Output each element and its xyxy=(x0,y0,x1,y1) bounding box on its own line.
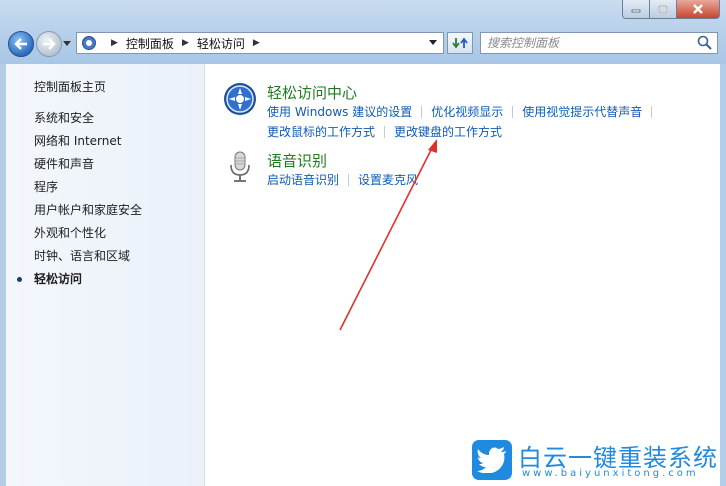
refresh-icon xyxy=(452,37,468,49)
link-mouse-settings[interactable]: 更改鼠标的工作方式 xyxy=(267,125,375,139)
address-dropdown-button[interactable] xyxy=(425,33,441,53)
category-links-row-1: 使用 Windows 建议的设置 优化视频显示 使用视觉提示代替声音 xyxy=(267,103,661,120)
category-speech-recognition: 语音识别 启动语音识别 设置麦克风 xyxy=(223,150,713,190)
control-panel-icon xyxy=(82,36,96,50)
sidebar-item-ease-of-access[interactable]: 轻松访问 xyxy=(16,272,142,295)
caption-buttons xyxy=(622,0,720,20)
window-border-right xyxy=(720,64,726,486)
sidebar-home-link[interactable]: 控制面板主页 xyxy=(34,78,106,95)
sidebar-item-appearance[interactable]: 外观和个性化 xyxy=(34,226,142,249)
refresh-button[interactable] xyxy=(447,32,473,54)
link-divider xyxy=(384,126,386,138)
breadcrumb-separator-icon: ▶ xyxy=(111,38,118,48)
sidebar-item-programs[interactable]: 程序 xyxy=(34,180,142,203)
ease-of-access-icon[interactable] xyxy=(223,82,257,116)
bird-logo-icon xyxy=(472,440,512,480)
back-button[interactable] xyxy=(8,31,34,57)
sidebar-item-clock-language[interactable]: 时钟、语言和区域 xyxy=(34,249,142,272)
minimize-button[interactable] xyxy=(622,0,650,19)
breadcrumb-separator-icon: ▶ xyxy=(252,38,260,48)
link-visual-alternatives[interactable]: 使用视觉提示代替声音 xyxy=(522,105,642,119)
close-icon xyxy=(693,4,703,14)
address-bar[interactable]: ▶ 控制面板 ▶ 轻松访问 ▶ xyxy=(76,32,444,54)
category-title[interactable]: 语音识别 xyxy=(267,150,327,171)
close-button[interactable] xyxy=(677,0,720,19)
watermark-url: www.baiyunxitong.com xyxy=(522,468,699,479)
sidebar-nav-list: 系统和安全 网络和 Internet 硬件和声音 程序 用户帐户和家庭安全 外观… xyxy=(16,111,142,295)
control-panel-window: ▶ 控制面板 ▶ 轻松访问 ▶ 控制面板主页 系统和安全 网络和 Interne… xyxy=(0,0,726,486)
microphone-icon[interactable] xyxy=(223,150,257,184)
search-box[interactable] xyxy=(480,32,718,54)
forward-button[interactable] xyxy=(36,31,62,57)
category-title[interactable]: 轻松访问中心 xyxy=(267,82,357,103)
watermark: 白云一键重装系统 www.baiyunxitong.com xyxy=(472,436,722,484)
link-divider xyxy=(512,106,514,118)
search-icon[interactable] xyxy=(696,34,714,52)
recent-pages-dropdown-icon[interactable] xyxy=(63,39,71,47)
sidebar: 控制面板主页 系统和安全 网络和 Internet 硬件和声音 程序 用户帐户和… xyxy=(6,64,205,486)
breadcrumb-ease-of-access[interactable]: 轻松访问 xyxy=(197,35,245,52)
breadcrumb-control-panel[interactable]: 控制面板 xyxy=(126,35,174,52)
category-ease-of-access-center: 轻松访问中心 使用 Windows 建议的设置 优化视频显示 使用视觉提示代替声音 … xyxy=(223,82,713,142)
minimize-icon xyxy=(631,9,641,13)
link-setup-microphone[interactable]: 设置麦克风 xyxy=(358,173,418,187)
maximize-button[interactable] xyxy=(650,0,677,19)
breadcrumb-separator-icon: ▶ xyxy=(181,38,189,48)
chevron-down-icon xyxy=(429,40,437,45)
link-recommended-settings[interactable]: 使用 Windows 建议的设置 xyxy=(267,105,412,119)
link-start-speech-recognition[interactable]: 启动语音识别 xyxy=(267,173,339,187)
sidebar-item-system-security[interactable]: 系统和安全 xyxy=(34,111,142,134)
link-divider xyxy=(348,174,350,186)
sidebar-item-user-accounts[interactable]: 用户帐户和家庭安全 xyxy=(34,203,142,226)
link-divider xyxy=(651,106,653,118)
sidebar-item-network[interactable]: 网络和 Internet xyxy=(34,134,142,157)
link-optimize-display[interactable]: 优化视频显示 xyxy=(431,105,503,119)
arrow-right-icon xyxy=(43,38,56,50)
category-links-row-2: 更改鼠标的工作方式 更改键盘的工作方式 xyxy=(267,123,502,140)
link-keyboard-settings[interactable]: 更改键盘的工作方式 xyxy=(394,125,502,139)
arrow-left-icon xyxy=(14,38,27,50)
link-divider xyxy=(421,106,423,118)
main-content: 轻松访问中心 使用 Windows 建议的设置 优化视频显示 使用视觉提示代替声音 … xyxy=(205,64,720,486)
category-links-row-1: 启动语音识别 设置麦克风 xyxy=(267,171,418,188)
sidebar-item-hardware-sound[interactable]: 硬件和声音 xyxy=(34,157,142,180)
maximize-icon xyxy=(658,4,668,14)
search-input[interactable] xyxy=(481,34,696,52)
